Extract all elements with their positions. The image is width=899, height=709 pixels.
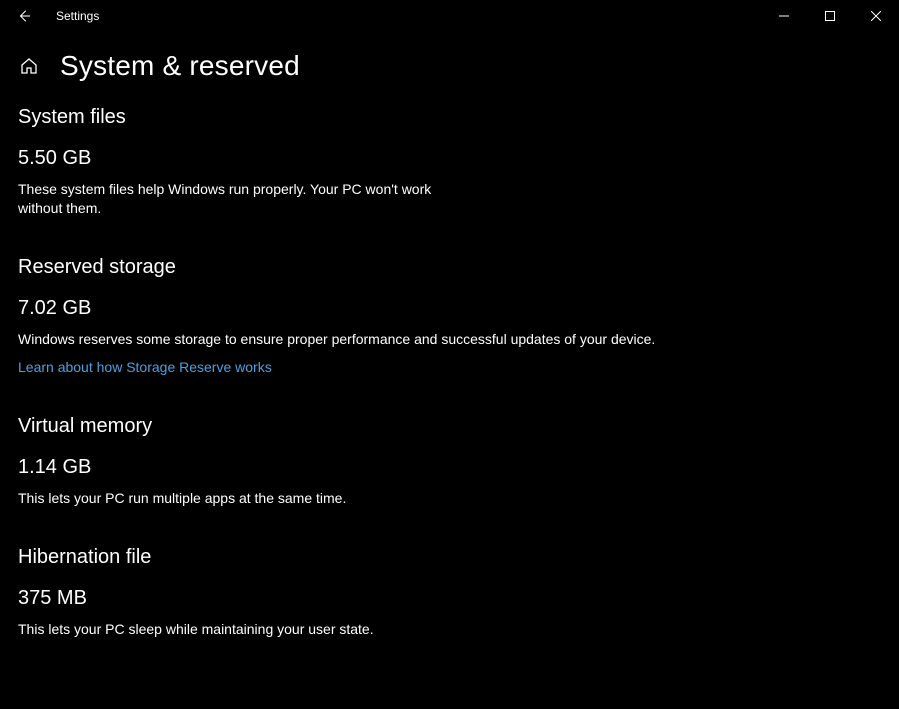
virtual-memory-value: 1.14 GB bbox=[18, 456, 881, 479]
system-files-section: System files 5.50 GB These system files … bbox=[18, 106, 881, 218]
system-files-title: System files bbox=[18, 106, 881, 129]
titlebar: Settings bbox=[0, 0, 899, 32]
page-header: System & reserved bbox=[0, 32, 899, 82]
reserved-storage-title: Reserved storage bbox=[18, 256, 881, 279]
storage-reserve-link[interactable]: Learn about how Storage Reserve works bbox=[18, 359, 272, 375]
close-button[interactable] bbox=[853, 0, 899, 32]
reserved-storage-value: 7.02 GB bbox=[18, 297, 881, 320]
back-button[interactable] bbox=[8, 0, 40, 32]
maximize-icon bbox=[825, 11, 835, 21]
page-title: System & reserved bbox=[60, 50, 300, 82]
minimize-icon bbox=[779, 11, 789, 21]
hibernation-file-description: This lets your PC sleep while maintainin… bbox=[18, 620, 658, 639]
virtual-memory-section: Virtual memory 1.14 GB This lets your PC… bbox=[18, 415, 881, 508]
hibernation-file-title: Hibernation file bbox=[18, 546, 881, 569]
system-files-description: These system files help Windows run prop… bbox=[18, 180, 438, 218]
system-files-value: 5.50 GB bbox=[18, 147, 881, 170]
home-button[interactable] bbox=[18, 55, 40, 77]
back-arrow-icon bbox=[17, 9, 31, 23]
window-controls bbox=[761, 0, 899, 32]
maximize-button[interactable] bbox=[807, 0, 853, 32]
content-area: System files 5.50 GB These system files … bbox=[0, 106, 899, 638]
app-title: Settings bbox=[56, 9, 99, 23]
close-icon bbox=[871, 11, 881, 21]
hibernation-file-value: 375 MB bbox=[18, 587, 881, 610]
hibernation-file-section: Hibernation file 375 MB This lets your P… bbox=[18, 546, 881, 639]
minimize-button[interactable] bbox=[761, 0, 807, 32]
home-icon bbox=[20, 57, 38, 75]
virtual-memory-title: Virtual memory bbox=[18, 415, 881, 438]
reserved-storage-description: Windows reserves some storage to ensure … bbox=[18, 330, 658, 349]
virtual-memory-description: This lets your PC run multiple apps at t… bbox=[18, 489, 658, 508]
reserved-storage-section: Reserved storage 7.02 GB Windows reserve… bbox=[18, 256, 881, 377]
